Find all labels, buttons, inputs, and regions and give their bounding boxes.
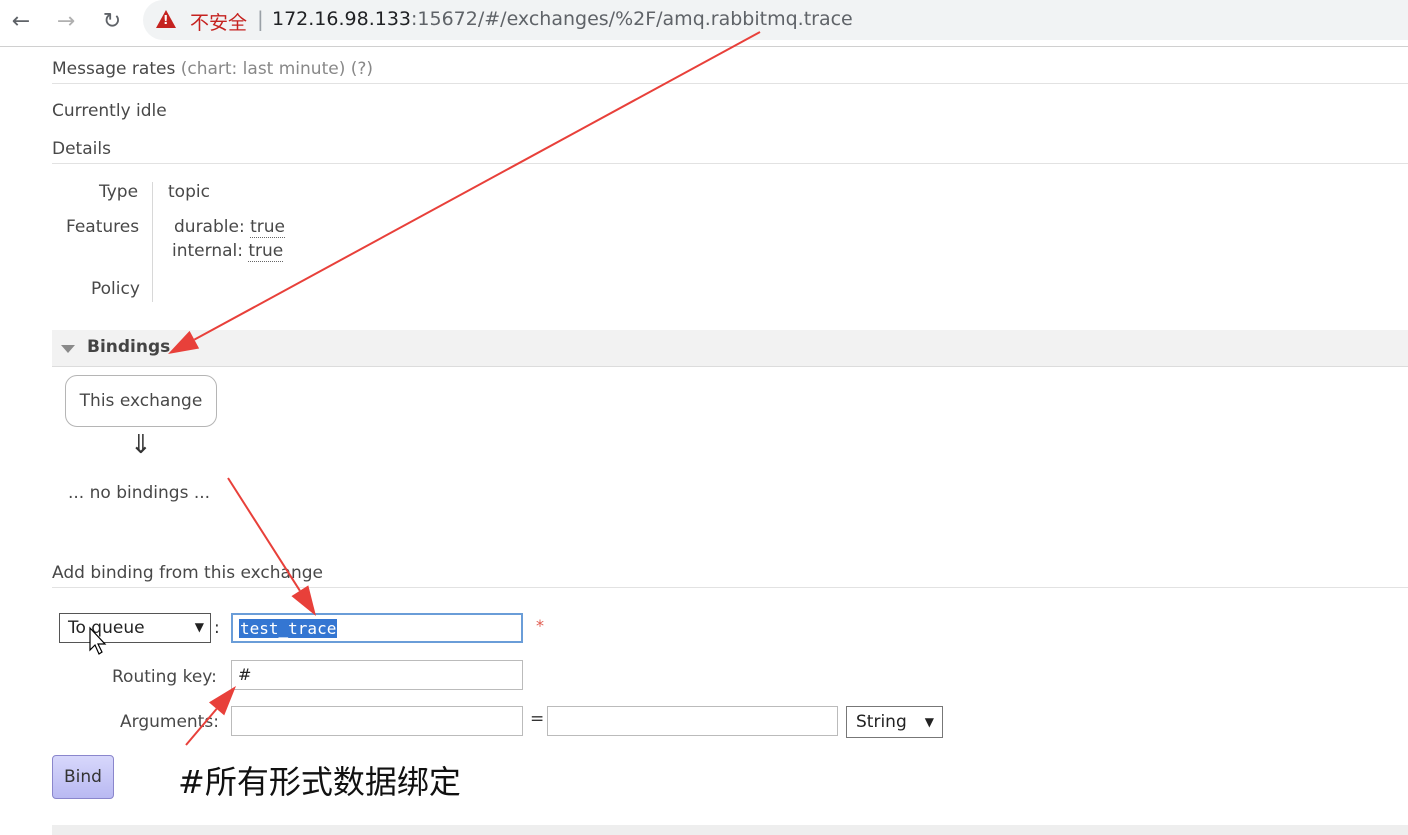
details-heading: Details	[52, 139, 111, 159]
idle-status: Currently idle	[52, 101, 167, 121]
forward-icon[interactable]: →	[51, 6, 81, 36]
message-rates-label: Message rates	[52, 59, 176, 79]
chart-note[interactable]: (chart: last minute)	[181, 59, 346, 79]
argument-type-value: String	[856, 712, 907, 732]
security-label[interactable]: 不安全	[190, 8, 247, 35]
destination-type-select[interactable]: To queue ▼	[59, 613, 211, 643]
durable-value: true	[250, 217, 285, 238]
details-divider	[152, 182, 153, 302]
warning-icon	[156, 10, 176, 28]
routing-key-label: Routing key:	[112, 667, 217, 687]
internal-feature: internal: true	[172, 241, 284, 262]
divider	[52, 83, 1408, 84]
features-label: Features	[66, 217, 140, 237]
required-mark: *	[536, 616, 544, 635]
type-label: Type	[99, 182, 139, 202]
routing-key-value: #	[238, 665, 252, 684]
url-text[interactable]: 172.16.98.133:15672/#/exchanges/%2F/amq.…	[272, 8, 853, 30]
internal-label: internal:	[172, 241, 243, 261]
browser-toolbar: ← → ↻ 不安全 | 172.16.98.133:15672/#/exchan…	[0, 0, 1408, 47]
reload-icon[interactable]: ↻	[97, 6, 127, 36]
next-section-strip	[52, 825, 1408, 835]
argument-key-input[interactable]	[231, 706, 523, 736]
destination-type-value: To queue	[68, 618, 145, 638]
page-content: Message rates (chart: last minute) (?) C…	[0, 47, 1408, 835]
durable-label: durable:	[174, 217, 245, 237]
policy-label: Policy	[91, 279, 140, 299]
equals-sign: =	[530, 709, 545, 729]
argument-value-input[interactable]	[547, 706, 838, 736]
bindings-title[interactable]: Bindings	[87, 337, 170, 357]
down-arrow-icon: ⇓	[130, 430, 152, 460]
dropdown-arrow-icon: ▼	[924, 715, 934, 729]
back-icon[interactable]: ←	[6, 6, 36, 36]
message-rates-heading: Message rates (chart: last minute) (?)	[52, 59, 373, 79]
argument-type-select[interactable]: String ▼	[846, 706, 943, 738]
internal-value: true	[248, 241, 284, 262]
divider	[52, 163, 1408, 164]
url-host: 172.16.98.133	[272, 8, 412, 30]
destination-input[interactable]: test_trace	[231, 613, 523, 643]
this-exchange-box: This exchange	[65, 375, 217, 427]
url-path: :15672/#/exchanges/%2F/amq.rabbitmq.trac…	[411, 8, 853, 30]
bindings-section-header[interactable]	[52, 330, 1408, 367]
arguments-label: Arguments:	[120, 712, 219, 732]
collapse-triangle-icon[interactable]	[61, 345, 75, 353]
add-binding-heading: Add binding from this exchange	[52, 563, 323, 583]
durable-feature: durable: true	[174, 217, 285, 238]
help-link[interactable]: (?)	[351, 59, 373, 79]
no-bindings-text: ... no bindings ...	[68, 483, 211, 503]
dropdown-arrow-icon: ▼	[194, 620, 204, 634]
divider	[52, 587, 1408, 588]
url-separator: |	[257, 7, 264, 31]
type-value: topic	[168, 182, 210, 202]
annotation-text: #所有形式数据绑定	[178, 763, 461, 801]
destination-value: test_trace	[239, 619, 338, 638]
bind-button[interactable]: Bind	[52, 755, 114, 799]
routing-key-input[interactable]: #	[231, 660, 523, 690]
destination-colon: :	[214, 618, 220, 638]
